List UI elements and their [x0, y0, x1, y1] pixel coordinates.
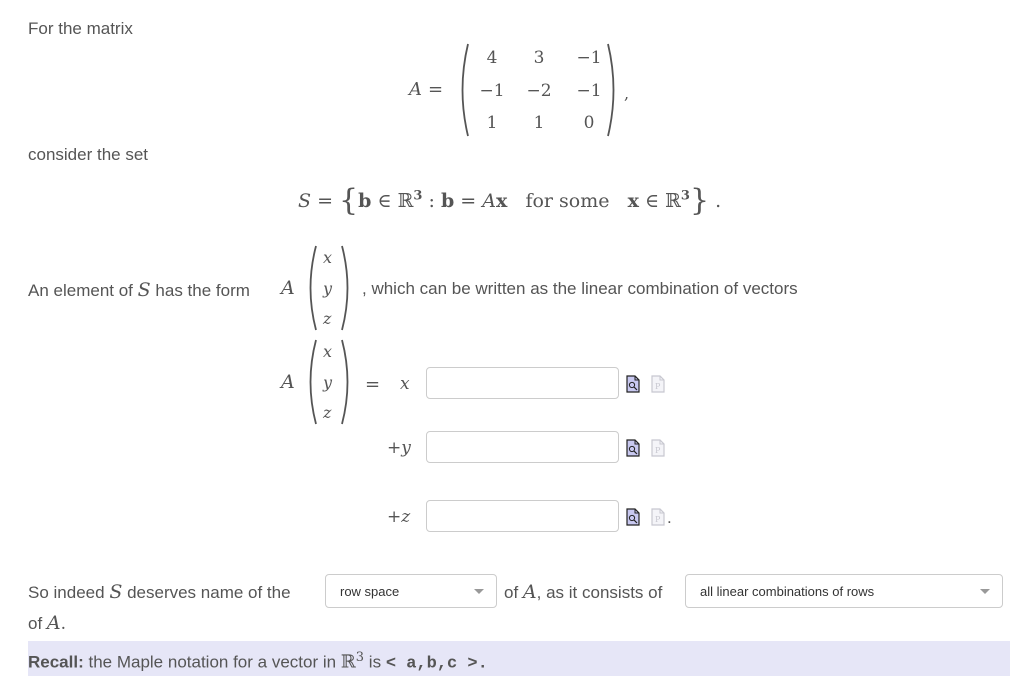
set-in: ∈: [377, 190, 392, 212]
intro-for-the-matrix: For the matrix: [28, 19, 133, 38]
combination-vector-x: x: [323, 342, 333, 361]
set-equals: =: [317, 190, 333, 212]
matrix-name: A: [409, 79, 422, 100]
conclusion-S: S: [109, 581, 123, 603]
element-vector-x: x: [323, 248, 333, 267]
vector-x-input[interactable]: [426, 367, 619, 399]
conclusion-part1: So indeed: [28, 583, 105, 602]
set-b2: b: [440, 190, 455, 212]
set-reals: ℝ: [397, 190, 414, 212]
vector-y-input[interactable]: [426, 431, 619, 463]
element-middle-text: has the form: [155, 281, 250, 300]
set-x2: x: [627, 190, 639, 212]
intro-consider-the-set: consider the set: [28, 145, 149, 164]
set-x: x: [496, 190, 508, 212]
matrix-cell: 1: [533, 113, 545, 133]
conclusion-line2-A: A: [46, 612, 61, 634]
conclusion-of: of: [504, 583, 519, 602]
matrix-equals: =: [428, 79, 444, 100]
matrix-trailing-comma: ,: [624, 84, 630, 103]
recall-label: Recall:: [28, 652, 84, 672]
combination-left-paren: [304, 338, 318, 426]
recall-reals: ℝ: [340, 651, 356, 673]
matrix-cell: −1: [576, 81, 602, 101]
recall-is: is: [368, 652, 382, 672]
matrix-cell: 0: [583, 113, 595, 133]
combination-vector-z: z: [323, 403, 332, 422]
recall-body: the Maple notation for a vector in: [88, 652, 337, 672]
set-symbol: S: [298, 190, 312, 212]
element-vector-z: z: [323, 309, 332, 328]
element-vector-right-paren: [340, 244, 354, 332]
recall-period: .: [477, 654, 488, 674]
chevron-down-icon: [474, 589, 484, 594]
preview-icon[interactable]: [626, 439, 640, 457]
svg-text:P: P: [655, 446, 661, 455]
matrix-cell: 3: [533, 48, 545, 68]
set-for-some: for some: [525, 190, 610, 212]
set-b: b: [358, 190, 372, 212]
matrix-left-paren: [456, 42, 470, 138]
element-A: A: [281, 277, 295, 299]
combination-equals: =: [365, 374, 381, 395]
space-type-select[interactable]: row space: [325, 574, 497, 608]
conclusion-middle: of A, as it consists of: [504, 581, 662, 603]
coefficient-y: +y: [387, 438, 411, 458]
element-vector-y: y: [323, 279, 333, 298]
svg-text:P: P: [655, 382, 661, 391]
set-equals2: =: [460, 190, 477, 212]
recall-exponent: 3: [355, 650, 365, 665]
conclusion-line2-period: .: [60, 614, 67, 634]
matrix-cell: 1: [486, 113, 498, 133]
element-S: S: [137, 279, 151, 301]
matrix-cell: −1: [576, 48, 602, 68]
set-definition: S = {b ∈ ℝ3 : b = Ax for some x ∈ ℝ3} .: [298, 180, 722, 218]
combination-end-period: .: [667, 508, 672, 527]
coefficient-x: x: [400, 374, 410, 394]
set-exponent: 3: [413, 188, 423, 204]
consists-of-selected: all linear combinations of rows: [700, 583, 875, 599]
coefficient-z: +z: [387, 507, 411, 527]
element-vector-left-paren: [304, 244, 318, 332]
set-open-brace: {: [339, 183, 359, 218]
recall-text: Recall: the Maple notation for a vector …: [28, 650, 488, 674]
svg-text:P: P: [655, 515, 661, 524]
set-exponent2: 3: [680, 188, 690, 204]
consists-of-select[interactable]: all linear combinations of rows: [685, 574, 1003, 608]
element-prefix-text: An element of: [28, 281, 133, 300]
set-in2: ∈: [645, 190, 660, 212]
set-reals2: ℝ: [665, 190, 681, 212]
set-A: A: [482, 190, 496, 212]
preview-icon[interactable]: [626, 375, 640, 393]
matrix-cell: −2: [526, 81, 552, 101]
paste-icon[interactable]: P: [651, 439, 665, 457]
element-sentence-suffix: , which can be written as the linear com…: [362, 279, 798, 298]
conclusion-prefix: So indeed S deserves name of the: [28, 581, 291, 603]
recall-notation: < a,b,c >: [385, 654, 478, 674]
set-colon: :: [428, 190, 435, 212]
conclusion-line2: of A.: [28, 612, 66, 634]
element-sentence-prefix: An element of S has the form: [28, 279, 250, 301]
chevron-down-icon: [980, 589, 990, 594]
paste-icon[interactable]: P: [651, 375, 665, 393]
combination-right-paren: [340, 338, 354, 426]
vector-z-input[interactable]: [426, 500, 619, 532]
conclusion-part3: , as it consists of: [536, 583, 663, 602]
preview-icon[interactable]: [626, 508, 640, 526]
space-type-selected: row space: [340, 583, 400, 599]
matrix-cell: −1: [479, 81, 505, 101]
combination-A: A: [281, 371, 295, 393]
paste-icon[interactable]: P: [651, 508, 665, 526]
set-close-brace: }: [689, 183, 710, 218]
matrix-cell: 4: [486, 48, 498, 68]
combination-vector-y: y: [323, 373, 333, 392]
set-period: .: [715, 190, 722, 212]
conclusion-line2-of: of: [28, 614, 43, 633]
conclusion-A: A: [522, 581, 537, 603]
conclusion-part2: deserves name of the: [127, 583, 291, 602]
